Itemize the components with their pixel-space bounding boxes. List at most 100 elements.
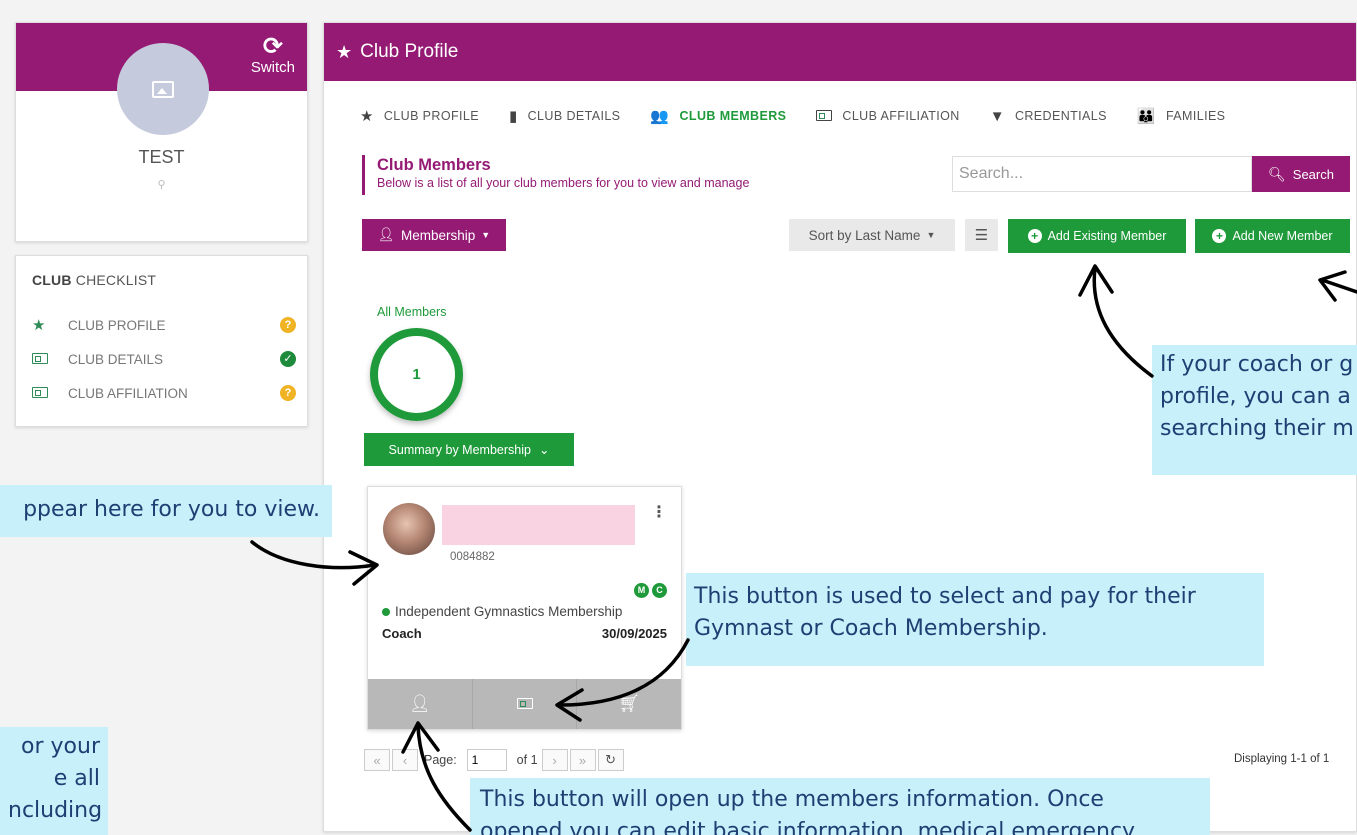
section-subtitle: Below is a list of all your club members… [377, 176, 750, 190]
summary-by-membership-button[interactable]: Summary by Membership ⌄ [364, 433, 574, 466]
tab-label: CREDENTIALS [1014, 109, 1107, 123]
add-new-member-button[interactable]: + Add New Member [1195, 219, 1350, 253]
tab-label: CLUB PROFILE [383, 109, 479, 123]
member-badges: M C [631, 583, 667, 598]
membership-button[interactable] [473, 679, 578, 729]
callout-line: profile, you can a [1160, 384, 1351, 409]
checklist-item-club-details[interactable]: CLUB DETAILS ✓ [32, 348, 296, 370]
main-header: ★ Club Profile [324, 23, 1356, 81]
first-page-button[interactable]: « [364, 749, 390, 771]
displaying-count: Displaying 1-1 of 1 [1234, 753, 1330, 765]
user-icon: 👤︎ [377, 227, 395, 242]
club-avatar[interactable] [117, 43, 209, 135]
search-icon: 🔍︎ [1268, 165, 1286, 182]
plus-circle-icon: + [1212, 229, 1227, 243]
section-title: Club Members [377, 156, 491, 174]
star-icon: ★ [336, 41, 353, 62]
search-button[interactable]: 🔍︎ Search [1252, 156, 1350, 192]
chevron-down-icon: ⌄ [538, 443, 550, 457]
warning-status-icon: ? [280, 385, 296, 401]
checklist-title-bold: CLUB [32, 272, 72, 288]
checklist-item-label: CLUB PROFILE [68, 317, 166, 333]
member-card-actions: 👤︎ 🛒︎ [368, 679, 681, 729]
club-checklist: CLUB CHECKLIST ★ CLUB PROFILE ? CLUB DET… [15, 255, 308, 427]
tab-credentials[interactable]: ▼ CREDENTIALS [990, 107, 1107, 125]
member-info-button[interactable]: 👤︎ [368, 679, 473, 729]
id-card-icon [32, 351, 68, 368]
location-pin-icon: ⚲ [157, 179, 166, 191]
checklist-item-label: CLUB DETAILS [68, 351, 164, 367]
checklist-item-label: CLUB AFFILIATION [68, 385, 188, 401]
tab-label: CLUB DETAILS [527, 109, 621, 123]
callout-line: This button will open up the members inf… [480, 787, 1104, 812]
member-avatar [383, 503, 435, 555]
switch-label: Switch [250, 59, 295, 76]
callout-membership-button: This button is used to select and pay fo… [686, 573, 1264, 666]
pagination: « ‹ Page: of 1 › » ↻ [364, 749, 626, 771]
summary-button-label: Summary by Membership [388, 442, 531, 457]
prev-page-button[interactable]: ‹ [392, 749, 418, 771]
callout-line: ppear here for you to view. [23, 497, 320, 522]
tab-club-details[interactable]: ▮ CLUB DETAILS [509, 107, 620, 125]
coach-badge: C [652, 583, 667, 598]
cart-button[interactable]: 🛒︎ [577, 679, 681, 729]
search-button-label: Search [1292, 166, 1334, 182]
caret-down-icon: ▼ [481, 230, 491, 240]
checklist-title: CLUB CHECKLIST [32, 272, 156, 288]
add-existing-member-button[interactable]: + Add Existing Member [1008, 219, 1186, 253]
callout-line: or your [21, 734, 100, 759]
bookmark-icon: ▼ [989, 107, 1005, 125]
add-new-member-label: Add New Member [1232, 229, 1333, 243]
list-view-button[interactable]: ☰ [965, 219, 998, 251]
status-dot-icon [382, 608, 390, 616]
switch-club-button[interactable]: ⟳ Switch [250, 33, 295, 77]
search-input[interactable] [952, 156, 1252, 192]
member-role: Coach [382, 626, 422, 641]
checklist-title-rest: CHECKLIST [71, 272, 157, 288]
all-members-count: 1 [412, 366, 421, 383]
member-name-redacted [442, 505, 635, 545]
family-icon: 👪 [1136, 108, 1156, 125]
tab-club-members[interactable]: 👥 CLUB MEMBERS [650, 107, 786, 125]
page-number-input[interactable] [466, 749, 507, 771]
tab-label: FAMILIES [1165, 109, 1226, 123]
sort-dropdown[interactable]: Sort by Last Name ▼ [789, 219, 955, 251]
callout-info-button: This button will open up the members inf… [470, 778, 1210, 835]
membership-filter-dropdown[interactable]: 👤︎ Membership ▼ [362, 219, 506, 251]
callout-line: e all [53, 766, 100, 791]
callout-left-partial: or your e all ncluding [0, 727, 108, 835]
all-members-label: All Members [377, 305, 447, 319]
sort-label: Sort by Last Name [808, 227, 921, 243]
last-page-button[interactable]: » [569, 749, 596, 771]
star-icon: ★ [32, 317, 46, 334]
callout-line: ncluding [8, 798, 103, 823]
caret-down-icon: ▼ [926, 230, 936, 240]
checklist-item-club-affiliation[interactable]: CLUB AFFILIATION ? [32, 382, 296, 404]
callout-line: Gymnast or Coach Membership. [694, 616, 1048, 641]
id-card-icon [816, 108, 833, 125]
all-members-count-ring[interactable]: 1 [370, 328, 463, 421]
callout-members-appear: ppear here for you to view. [0, 485, 332, 537]
plus-circle-icon: + [1027, 229, 1042, 243]
callout-line: This button is used to select and pay fo… [694, 584, 1196, 609]
tab-families[interactable]: 👪 FAMILIES [1137, 107, 1226, 125]
membership-name: Independent Gymnastics Membership [395, 604, 623, 619]
checklist-item-club-profile[interactable]: ★ CLUB PROFILE ? [32, 314, 296, 336]
page-title: Club Profile [360, 41, 459, 62]
tab-label: CLUB AFFILIATION [842, 109, 960, 123]
tab-club-profile[interactable]: ★ CLUB PROFILE [360, 107, 479, 125]
refresh-icon[interactable]: ↻ [597, 749, 624, 771]
list-icon: ☰ [974, 227, 989, 244]
more-options-icon[interactable]: ⋮ [651, 505, 667, 521]
callout-line: opened you can edit basic information, m… [480, 819, 1136, 835]
tab-club-affiliation[interactable]: CLUB AFFILIATION [816, 107, 959, 125]
callout-line: searching their m [1160, 416, 1354, 441]
page-label: Page: [424, 753, 457, 767]
user-outline-icon: 👤︎ [409, 694, 431, 713]
refresh-icon: ⟳ [262, 33, 283, 60]
next-page-button[interactable]: › [541, 749, 568, 771]
member-membership: Independent Gymnastics Membership [382, 604, 622, 619]
document-icon: ▮ [508, 108, 518, 125]
id-card-icon [32, 385, 68, 402]
section-heading: Club Members Below is a list of all your… [362, 155, 749, 195]
